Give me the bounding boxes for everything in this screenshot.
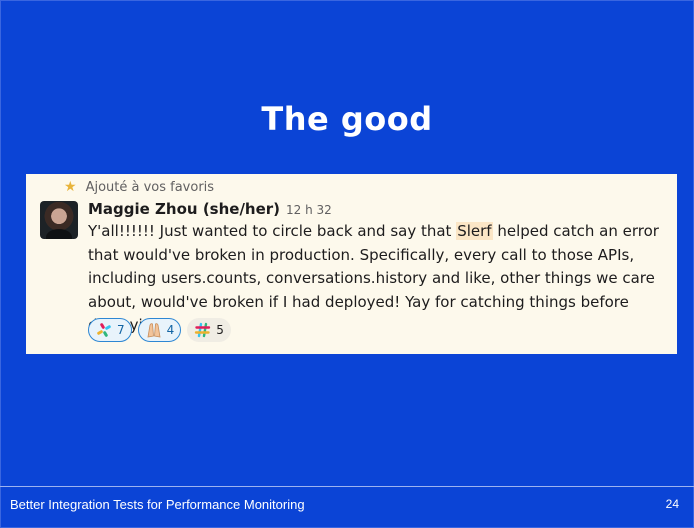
slide-title: The good — [261, 100, 433, 138]
reaction-hashtag[interactable]: 5 — [187, 318, 231, 342]
slack-pinwheel-icon — [94, 322, 114, 338]
reaction-count: 7 — [117, 323, 125, 337]
footer-divider — [0, 486, 694, 487]
reaction-count: 4 — [166, 323, 175, 337]
message-header: Maggie Zhou (she/her) 12 h 32 — [88, 200, 332, 218]
reaction-count: 5 — [216, 323, 224, 337]
highlighted-keyword: Slerf — [456, 222, 493, 240]
timestamp[interactable]: 12 h 32 — [286, 203, 332, 217]
reaction-praying-hands[interactable]: 4 — [137, 318, 182, 342]
avatar[interactable] — [40, 201, 78, 239]
page-number: 24 — [665, 497, 679, 511]
slack-hashtag-icon — [193, 322, 213, 338]
author-name[interactable]: Maggie Zhou (she/her) — [88, 200, 280, 218]
footer-title: Better Integration Tests for Performance… — [10, 497, 305, 512]
message-text-start: Y'all!!!!!! Just wanted to circle back a… — [88, 222, 457, 240]
reactions-bar: 7 4 5 — [88, 318, 231, 342]
saved-label: Ajouté à vos favoris — [85, 179, 215, 195]
reaction-pinwheel[interactable]: 7 — [88, 318, 132, 342]
slack-message-card: ★ Ajouté à vos favoris Maggie Zhou (she/… — [26, 174, 677, 354]
praying-hands-icon — [144, 322, 164, 338]
star-icon: ★ — [64, 179, 77, 195]
saved-indicator: ★ Ajouté à vos favoris — [64, 179, 214, 195]
